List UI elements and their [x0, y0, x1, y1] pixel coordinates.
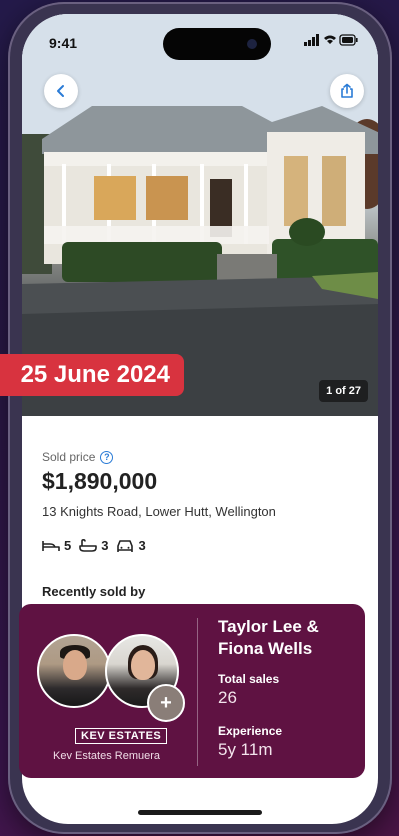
experience-value: 5y 11m [218, 740, 273, 759]
recently-sold-heading: Recently sold by [42, 584, 146, 599]
sold-price-label-text: Sold price [42, 450, 96, 464]
car-icon [117, 539, 134, 552]
bedrooms-count: 5 [64, 538, 72, 553]
bathrooms-count: 3 [101, 538, 109, 553]
agent-name-line-2: Fiona Wells [218, 639, 313, 658]
car-spaces-feature: 3 [116, 538, 146, 553]
agency-logo: KEV ESTATES [75, 728, 168, 744]
home-indicator[interactable] [138, 810, 262, 815]
share-icon [341, 83, 353, 98]
car-spaces-count: 3 [138, 538, 146, 553]
status-time: 9:41 [49, 35, 78, 51]
avatar-face [63, 650, 87, 680]
agent-names: Taylor Lee & Fiona Wells [218, 616, 319, 660]
bathrooms-feature: 3 [79, 538, 108, 553]
property-features: 5 3 3 [42, 538, 154, 553]
agent-name-line-1: Taylor Lee & [218, 617, 319, 636]
dynamic-island [163, 28, 271, 60]
status-icons [304, 34, 358, 49]
bedrooms-feature: 5 [42, 538, 71, 553]
total-sales-value: 26 [218, 688, 237, 707]
photo-counter: 1 of 27 [319, 380, 368, 402]
agency-name: Kev Estates Remuera [53, 750, 160, 762]
add-agent-badge: + [147, 684, 185, 722]
sold-date-banner: 25 June 2024 [0, 354, 184, 396]
property-address: 13 Knights Road, Lower Hutt, Wellington [42, 504, 276, 519]
bath-icon [79, 538, 98, 552]
help-icon[interactable]: ? [100, 450, 114, 464]
sold-price-label: Sold price ? [42, 450, 114, 464]
avatar-taylor [37, 634, 111, 708]
back-button[interactable] [44, 74, 78, 108]
camera-dot [247, 39, 257, 49]
share-button[interactable] [330, 74, 364, 108]
chevron-left-icon [57, 85, 64, 97]
signal-wifi-battery-icon [304, 34, 358, 46]
avatar-face [131, 650, 155, 680]
sold-price: $1,890,000 [42, 468, 158, 494]
status-bar: 9:41 [22, 14, 378, 64]
experience-label: Experience [218, 724, 283, 738]
card-divider [197, 618, 198, 766]
bed-icon [42, 540, 60, 551]
agent-card[interactable]: + KEV ESTATES Kev Estates Remuera Taylor… [19, 604, 365, 778]
total-sales-label: Total sales [218, 672, 280, 686]
agent-avatars: + [37, 634, 187, 722]
